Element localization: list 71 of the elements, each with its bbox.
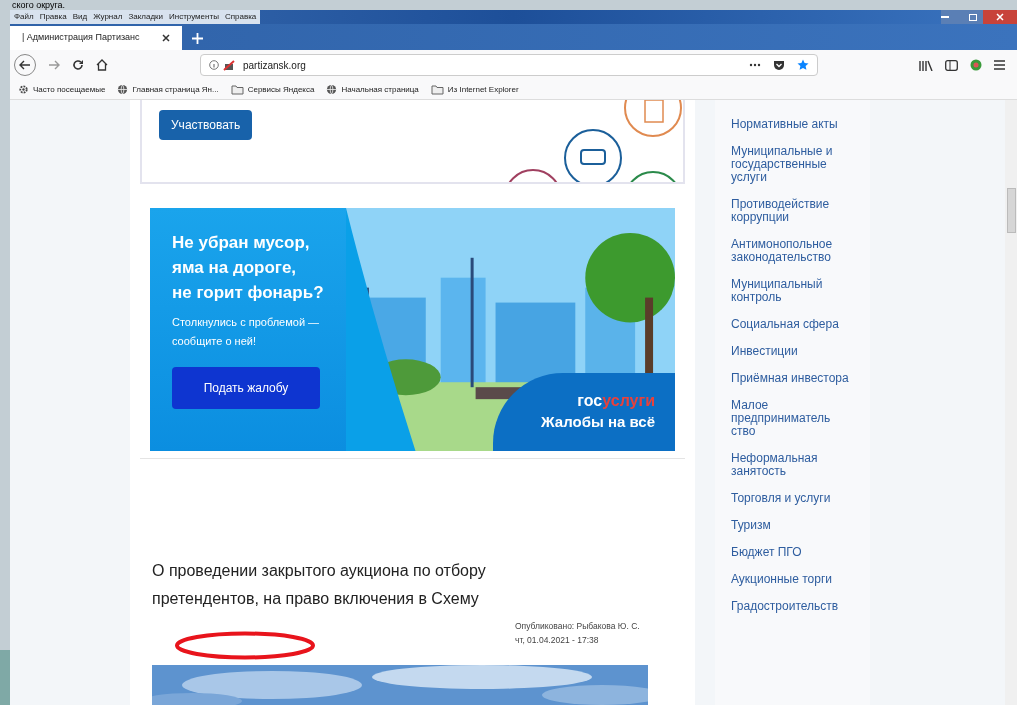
menu-item[interactable]: Правка bbox=[39, 13, 67, 21]
sidebar-link[interactable]: Нормативные акты bbox=[731, 118, 856, 131]
sidebar-link[interactable]: Противодействие коррупции bbox=[731, 198, 856, 224]
sidebar-link[interactable]: Антимонопольное законодательство bbox=[731, 238, 856, 264]
sidebar-link[interactable]: Бюджет ПГО bbox=[731, 546, 856, 559]
tab-title: | Администрация Партизанс bbox=[22, 31, 141, 45]
pocket-icon[interactable] bbox=[773, 59, 785, 71]
sidebar-icon[interactable] bbox=[945, 59, 958, 71]
menu-item[interactable]: Журнал bbox=[93, 13, 123, 21]
banner-headline: не горит фонарь? bbox=[172, 281, 325, 304]
home-icon[interactable] bbox=[96, 59, 108, 71]
sidebar-link[interactable]: Малое предприниматель ство bbox=[731, 399, 856, 438]
plus-icon[interactable] bbox=[192, 33, 203, 44]
bookmark-link[interactable]: Сервисы Яндекса bbox=[247, 83, 315, 96]
folder-icon bbox=[430, 84, 444, 95]
scrollbar-thumb[interactable] bbox=[1006, 188, 1016, 233]
sidebar-link[interactable]: Инвестиции bbox=[731, 345, 856, 358]
maximize-icon bbox=[969, 13, 977, 21]
sidebar-link[interactable]: Туризм bbox=[731, 519, 856, 532]
folder-icon bbox=[230, 84, 244, 95]
sidebar-link[interactable]: Градостроительств bbox=[731, 600, 856, 613]
bookmark-link[interactable]: Начальная страница bbox=[341, 83, 419, 96]
banner-text: Столкнулись с проблемой — сообщите о ней! bbox=[172, 314, 321, 349]
brand-logo: госуслуги bbox=[577, 391, 655, 412]
banner-headline: яма на дороге, bbox=[172, 256, 298, 279]
globe-icon bbox=[117, 84, 129, 95]
star-icon[interactable] bbox=[797, 59, 809, 71]
sidebar-link[interactable]: Торговля и услуги bbox=[731, 492, 856, 505]
close-icon bbox=[996, 13, 1004, 21]
slide-caption: ского округа. bbox=[11, 0, 67, 10]
address-bar[interactable]: partizansk.org bbox=[200, 54, 818, 76]
reload-icon[interactable] bbox=[72, 59, 84, 71]
close-icon[interactable] bbox=[162, 34, 170, 42]
menu-icon[interactable] bbox=[994, 60, 1005, 70]
forward-icon[interactable] bbox=[48, 60, 60, 70]
banner-slogan: Жалобы на всё bbox=[541, 412, 655, 433]
menu-item[interactable]: Инструменты bbox=[169, 13, 219, 21]
url-text: partizansk.org bbox=[243, 58, 306, 73]
bookmark-link[interactable]: Из Internet Explorer bbox=[447, 83, 519, 96]
close-button[interactable] bbox=[983, 10, 1017, 24]
sidebar-link[interactable]: Неформальная занятость bbox=[731, 452, 856, 478]
menu-item[interactable]: Вид bbox=[72, 13, 88, 21]
maximize-button[interactable] bbox=[963, 10, 983, 24]
sidebar-link[interactable]: Приёмная инвестора bbox=[731, 372, 856, 385]
sidebar-link[interactable]: Аукционные торги bbox=[731, 573, 856, 586]
gear-icon bbox=[18, 84, 29, 95]
banner-headline: Не убран мусор, bbox=[172, 231, 311, 254]
complain-button[interactable]: Подать жалобу bbox=[172, 366, 320, 409]
info-icon bbox=[209, 60, 219, 70]
extension-icon[interactable] bbox=[970, 59, 982, 71]
article-title[interactable]: О проведении закрытого аукциона по отбору претендентов, на право включения в Схему bbox=[152, 557, 582, 613]
minimize-button[interactable] bbox=[941, 10, 963, 24]
menu-item[interactable]: Справка bbox=[224, 13, 257, 21]
slide-shape bbox=[0, 650, 10, 705]
back-arrow-icon bbox=[19, 60, 31, 70]
participate-button[interactable]: Участвовать bbox=[159, 110, 253, 140]
article-author: Опубликовано: Рыбакова Ю. С. bbox=[515, 620, 641, 633]
insecure-lock-icon bbox=[223, 59, 235, 71]
minimize-icon bbox=[941, 15, 949, 19]
globe-icon bbox=[326, 84, 338, 95]
browser-tab[interactable]: | Администрация Партизанс bbox=[10, 26, 182, 50]
article-date: чт, 01.04.2021 - 17:38 bbox=[515, 634, 600, 647]
bookmark-link[interactable]: Часто посещаемые bbox=[33, 83, 106, 96]
bookmark-link[interactable]: Главная страница Ян... bbox=[132, 83, 219, 96]
menu-item[interactable]: Файл bbox=[14, 13, 34, 21]
library-icon[interactable] bbox=[919, 59, 933, 71]
menu-item[interactable]: Закладки bbox=[128, 13, 163, 21]
sidebar-link[interactable]: Социальная сфера bbox=[731, 318, 856, 331]
sidebar-link[interactable]: Муниципальные и государственные услуги bbox=[731, 145, 856, 184]
more-icon[interactable] bbox=[749, 63, 761, 67]
sidebar-link[interactable]: Муниципальный контроль bbox=[731, 278, 856, 304]
